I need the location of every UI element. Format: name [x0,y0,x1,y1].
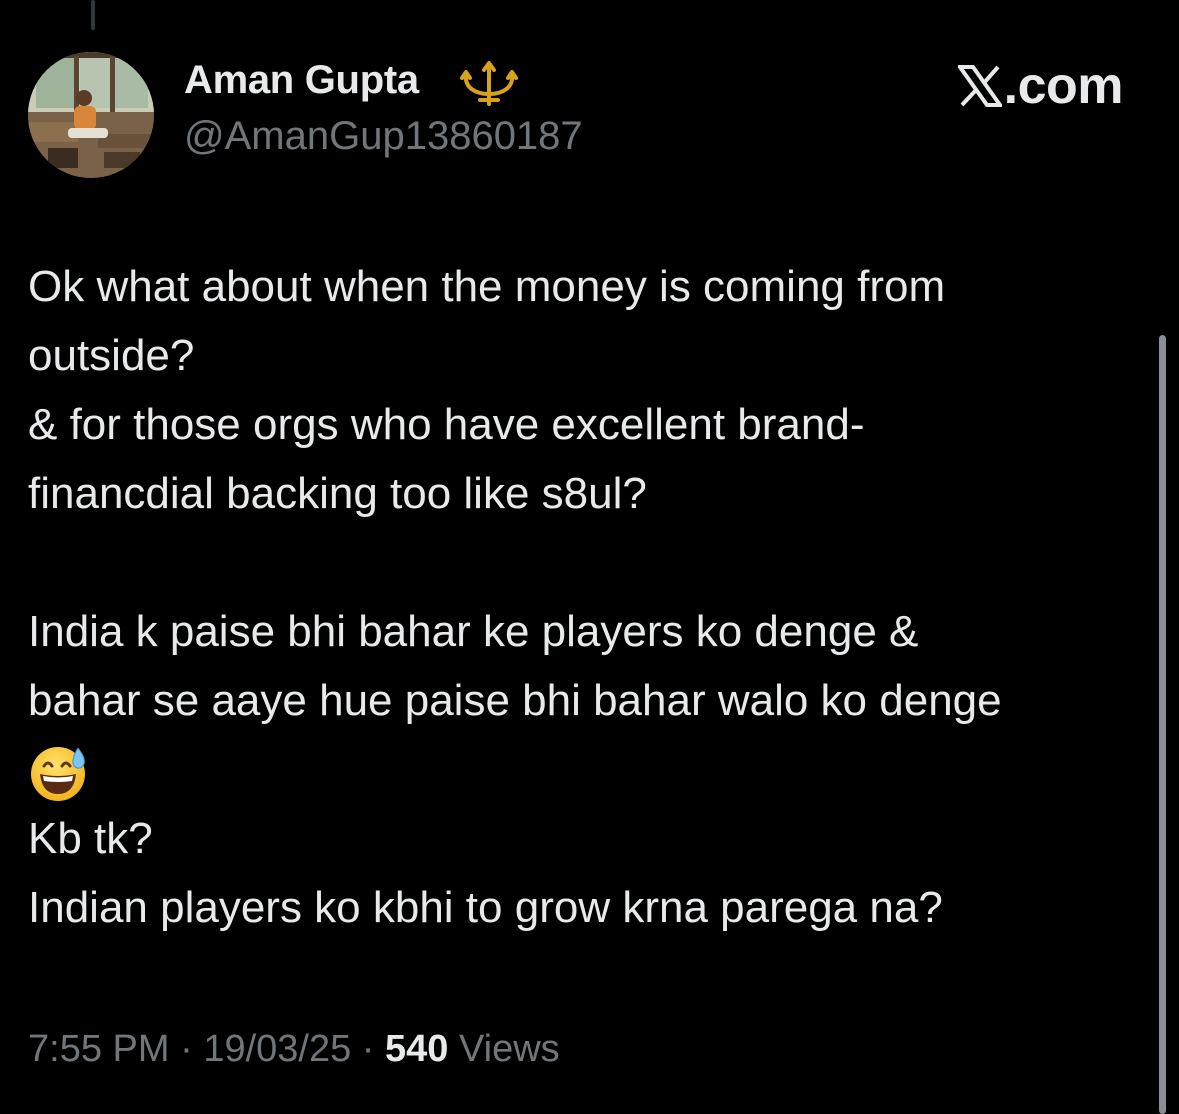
tweet-text: Ok what about when the money is coming f… [28,252,1148,942]
views-label: Views [448,1028,560,1070]
tweet-time[interactable]: 7:55 PM [28,1028,170,1070]
tweet-metadata: 7:55 PM · 19/03/25 · 540 Views [28,1028,560,1071]
scrollbar[interactable] [1159,335,1166,1114]
tweet-line: Ok what about when the money is coming f… [28,262,946,311]
tweet-line: bahar se aaye hue paise bhi bahar walo k… [28,676,1002,725]
tweet-line: outside? [28,331,195,380]
trident-icon [460,61,518,106]
grinning-face-with-sweat-emoji [31,747,85,801]
tweet-line: India k paise bhi bahar ke players ko de… [28,607,919,656]
tweet-line: & for those orgs who have excellent bran… [28,400,865,449]
tweet-line: Kb tk? [28,814,153,863]
emoji-line [28,735,1148,804]
meta-separator: · [351,1028,386,1070]
avatar[interactable] [28,52,154,178]
thread-connector-line [91,0,95,30]
meta-separator: · [169,1028,204,1070]
profile-photo [28,52,154,178]
tweet-date[interactable]: 19/03/25 [203,1028,351,1070]
views-count[interactable]: 540 [385,1028,448,1070]
display-name[interactable]: Aman Gupta [184,58,419,103]
author-handle[interactable]: @AmanGup13860187 [184,114,583,159]
brand-label: .com [1003,57,1124,115]
tweet-line: financdial backing too like s8ul? [28,469,647,518]
brand-watermark: .com [957,57,1124,115]
tweet-line: Indian players ko kbhi to grow krna pare… [28,883,943,932]
x-logo-icon [957,65,1002,107]
